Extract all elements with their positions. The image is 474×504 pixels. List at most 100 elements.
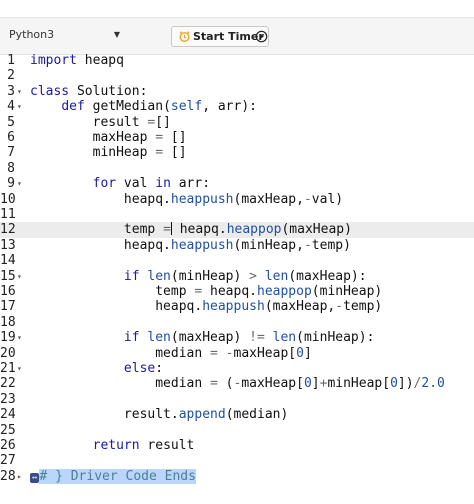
language-select-value: Python3 [9,28,55,41]
fold-collapse-icon[interactable]: ▾ [17,269,22,284]
fold-collapse-icon[interactable]: ▾ [17,176,22,191]
line-number: 13 [0,237,16,253]
code-line[interactable]: 26 return result [0,438,474,453]
line-number: 2 [7,68,15,84]
fold-collapse-icon[interactable]: ▾ [17,99,22,114]
code-token: heappush [202,299,265,315]
code-text: heapq.heappush(maxHeap,-temp) [30,299,382,314]
code-token: len [264,268,289,284]
code-token: heappush [170,191,234,207]
fold-collapse-icon[interactable]: ▾ [17,84,22,99]
code-editor[interactable]: 1 import heapq 2 3 ▾ class Solution: 4 ▾ def ge… [0,53,474,504]
code-token: else [123,361,156,376]
code-token: - [335,299,344,315]
code-line[interactable]: 13 heapq.heappush(minHeap,-temp) [0,238,474,253]
line-number: 6 [7,130,15,145]
code-line[interactable]: 22 median = (-maxHeap[0]+minHeap[0])/2.0 [0,376,474,391]
code-comment: # } Driver Code Ends [39,468,196,484]
fold-expand-icon[interactable]: ▸ [17,469,22,484]
code-token: getMedian( [84,99,171,115]
code-token: ( [217,376,234,392]
code-token: maxHeap[ [233,345,297,361]
code-text: minHeap = [] [30,145,187,160]
code-line[interactable]: 7 minHeap = [] [0,145,474,160]
code-line[interactable]: 23 [0,392,474,407]
code-token: class [30,83,70,99]
code-line[interactable]: 12 temp = heapq.heappop(maxHeap) [0,222,474,238]
code-token: temp [30,284,195,299]
line-number: 10 [0,191,16,207]
code-line[interactable]: 28 ▸ ↔ # } Driver Code Ends [0,468,474,484]
code-token: heapq [76,53,124,68]
editor-toolbar: Python3 ▼ Start Timer [0,17,474,55]
code-token: in [155,176,171,192]
code-line[interactable]: 3 ▾ class Solution: [0,84,474,99]
fold-collapse-icon[interactable]: ▾ [17,330,22,345]
alarm-clock-icon [179,31,190,42]
code-text: heapq.heappush(minHeap,-temp) [30,238,351,253]
code-token: heapq. [30,237,171,253]
code-line[interactable]: 9 ▾ for val in arr: [0,176,474,191]
code-token: 0 [296,345,304,361]
language-select[interactable]: Python3 ▼ [2,23,128,47]
code-token: temp [30,222,164,238]
code-token: = [210,345,218,361]
line-number: 3 [7,83,15,99]
code-line[interactable]: 27 [0,453,474,468]
code-text: result =[] [30,115,171,130]
code-token: median [30,345,211,361]
line-number: 17 [0,299,16,315]
code-text: class Solution: [30,84,147,99]
play-circle-icon [255,30,268,43]
code-line[interactable]: 8 [0,161,474,176]
code-line[interactable]: 6 maxHeap = [] [0,130,474,145]
line-number: 28 [0,468,16,484]
code-token: - [225,345,234,361]
code-token: heappop [257,284,312,299]
code-token: maxHeap[ [241,376,304,392]
code-token: : [155,361,164,376]
code-token: val [116,176,156,192]
code-line[interactable]: 24 result.append(median) [0,407,474,422]
code-text: median = -maxHeap[0] [30,346,312,361]
code-token: - [303,237,312,253]
code-token: heapq. [30,299,203,315]
code-line[interactable]: 18 [0,315,474,330]
code-token: heapq. [202,284,257,299]
line-number: 16 [0,284,16,299]
code-line[interactable]: 15 ▾ if len(minHeap) > len(maxHeap): [0,269,474,284]
code-text: for val in arr: [30,176,210,191]
code-token: result [30,114,148,130]
code-line[interactable]: 16 temp = heapq.heappop(minHeap) [0,284,474,299]
code-token: len [147,268,171,284]
line-number: 7 [7,145,15,161]
fold-collapse-icon[interactable]: ▾ [17,361,22,376]
line-number: 14 [0,253,16,269]
start-timer-button[interactable]: Start Timer [171,26,269,47]
code-line[interactable]: 2 [0,68,474,83]
code-line[interactable]: 1 import heapq [0,53,474,68]
code-token: != [249,330,265,346]
code-token: len [147,330,171,346]
code-line[interactable]: 4 ▾ def getMedian(self, arr): [0,99,474,114]
code-line[interactable]: 25 [0,423,474,438]
code-line[interactable]: 11 [0,207,474,222]
folded-code-marker: ↔ [30,472,40,483]
code-line[interactable]: 14 [0,253,474,268]
code-text: def getMedian(self, arr): [30,99,257,114]
code-text: temp = heapq.heappop(maxHeap) [30,222,352,237]
code-line[interactable]: 21 ▾ else: [0,361,474,376]
code-line[interactable]: 20 median = -maxHeap[0] [0,346,474,361]
code-line[interactable]: 19 ▾ if len(maxHeap) != len(minHeap): [0,330,474,345]
code-line[interactable]: 17 heapq.heappush(maxHeap,-temp) [0,299,474,314]
code-line[interactable]: 10 heapq.heappush(maxHeap,-val) [0,192,474,207]
code-token: = [155,145,164,161]
code-token: = [163,222,171,238]
code-line[interactable]: 5 result =[] [0,115,474,130]
code-token: - [303,191,312,207]
